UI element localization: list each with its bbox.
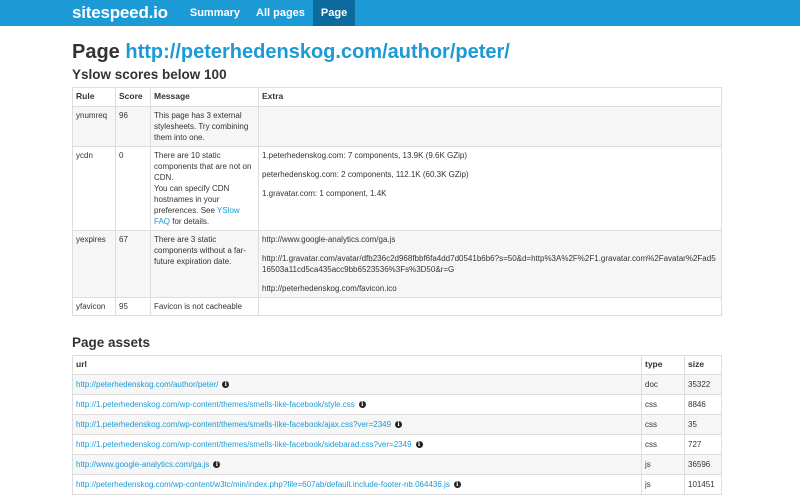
info-icon[interactable]: i (213, 461, 221, 468)
asset-url-link[interactable]: http://1.peterhedenskog.com/wp-content/t… (76, 400, 355, 409)
message-cell: This page has 3 external stylesheets. Tr… (150, 106, 259, 147)
extra-line: http://www.google-analytics.com/ga.js (262, 235, 396, 244)
main-content: Page http://peterhedenskog.com/author/pe… (0, 40, 722, 495)
nav-page[interactable]: Page (312, 0, 356, 26)
page-url-link[interactable]: http://peterhedenskog.com/author/peter/ (125, 41, 509, 63)
rule-cell: ynumreq (72, 106, 116, 147)
info-icon[interactable]: i (415, 441, 423, 448)
asset-url-cell: http://peterhedenskog.com/author/peter/i (72, 374, 642, 395)
table-row: ynumreq 96 This page has 3 external styl… (72, 106, 722, 147)
nav-all-pages[interactable]: All pages (248, 0, 313, 26)
table-row: http://www.google-analytics.com/ga.js i js… (72, 454, 722, 475)
table-row: http://peterhedenskog.com/wp-content/w3t… (72, 474, 722, 495)
asset-type-cell: css (641, 394, 685, 415)
info-icon[interactable]: i (358, 401, 366, 408)
info-icon[interactable]: i (395, 421, 403, 428)
col-score: Score (115, 87, 151, 107)
asset-size-cell: 727 (684, 434, 722, 455)
col-rule: Rule (72, 87, 116, 107)
asset-url-cell: http://1.peterhedenskog.com/wp-content/t… (72, 414, 642, 435)
asset-size-cell: 36596 (684, 454, 722, 475)
score-cell: 0 (115, 146, 151, 231)
extra-cell (258, 106, 722, 147)
message-cell: There are 10 static components that are … (150, 146, 259, 231)
asset-size-cell: 101451 (684, 474, 722, 495)
rule-cell: yfavicon (72, 297, 116, 316)
col-type: type (641, 355, 685, 375)
asset-url-cell: http://1.peterhedenskog.com/wp-content/t… (72, 434, 642, 455)
asset-type-cell: css (641, 434, 685, 455)
table-row: http://1.peterhedenskog.com/wp-content/t… (72, 414, 722, 435)
extra-line: 1.peterhedenskog.com: 7 components, 13.9… (262, 151, 468, 160)
asset-size-cell: 8846 (684, 394, 722, 415)
asset-url-link[interactable]: http://1.peterhedenskog.com/wp-content/t… (76, 440, 412, 449)
message-text: There are 10 static components that are … (154, 151, 252, 182)
nav-summary[interactable]: Summary (182, 0, 248, 26)
info-icon[interactable]: i (222, 381, 230, 388)
yslow-heading: Yslow scores below 100 (72, 67, 227, 82)
top-navbar: sitespeed.io Summary All pages Page (0, 0, 800, 26)
brand-logo[interactable]: sitespeed.io (0, 0, 182, 26)
extra-line: peterhedenskog.com: 2 components, 112.1K… (262, 170, 469, 179)
page-title: Page http://peterhedenskog.com/author/pe… (72, 40, 722, 64)
rule-cell: yexpires (72, 230, 116, 298)
extra-line: 1.gravatar.com: 1 component, 1.4K (262, 189, 387, 198)
score-cell: 95 (115, 297, 151, 316)
assets-heading: Page assets (72, 335, 151, 350)
page-title-prefix: Page (72, 41, 120, 63)
table-row: yfavicon 95 Favicon is not cacheable (72, 297, 722, 316)
asset-url-link[interactable]: http://1.peterhedenskog.com/wp-content/t… (76, 420, 391, 429)
asset-size-cell: 35 (684, 414, 722, 435)
asset-size-cell: 35322 (684, 374, 722, 395)
table-row: yexpires 67 There are 3 static component… (72, 230, 722, 298)
col-extra: Extra (258, 87, 722, 107)
asset-url-link[interactable]: http://www.google-analytics.com/ga.js (76, 460, 209, 469)
extra-cell: 1.peterhedenskog.com: 7 components, 13.9… (258, 146, 722, 231)
table-row: ycdn 0 There are 10 static components th… (72, 146, 722, 231)
extra-line: http://peterhedenskog.com/favicon.ico (262, 284, 397, 293)
rule-cell: ycdn (72, 146, 116, 231)
message-text: for details. (172, 217, 210, 226)
info-icon[interactable]: i (453, 481, 461, 488)
table-row: http://1.peterhedenskog.com/wp-content/t… (72, 434, 722, 455)
yslow-table: Rule Score Message Extra ynumreq 96 This… (72, 87, 722, 316)
score-cell: 96 (115, 106, 151, 147)
extra-cell: http://www.google-analytics.com/ga.js ht… (258, 230, 722, 298)
extra-line: http://1.gravatar.com/avatar/dfb236c2d96… (262, 254, 716, 274)
asset-type-cell: js (641, 454, 685, 475)
asset-type-cell: doc (641, 374, 685, 395)
extra-cell (258, 297, 722, 316)
asset-type-cell: js (641, 474, 685, 495)
col-message: Message (150, 87, 259, 107)
asset-url-cell: http://peterhedenskog.com/wp-content/w3t… (72, 474, 642, 495)
asset-type-cell: css (641, 414, 685, 435)
asset-url-link[interactable]: http://peterhedenskog.com/author/peter/ (76, 380, 218, 389)
col-size: size (684, 355, 722, 375)
score-cell: 67 (115, 230, 151, 298)
assets-table: url type size http://peterhedenskog.com/… (72, 355, 722, 495)
table-row: http://peterhedenskog.com/author/peter/i… (72, 374, 722, 395)
asset-url-cell: http://www.google-analytics.com/ga.js i (72, 454, 642, 475)
col-url: url (72, 355, 642, 375)
asset-url-link[interactable]: http://peterhedenskog.com/wp-content/w3t… (76, 480, 450, 489)
table-row: http://1.peterhedenskog.com/wp-content/t… (72, 394, 722, 415)
asset-url-cell: http://1.peterhedenskog.com/wp-content/t… (72, 394, 642, 415)
message-cell: There are 3 static components without a … (150, 230, 259, 298)
message-cell: Favicon is not cacheable (150, 297, 259, 316)
